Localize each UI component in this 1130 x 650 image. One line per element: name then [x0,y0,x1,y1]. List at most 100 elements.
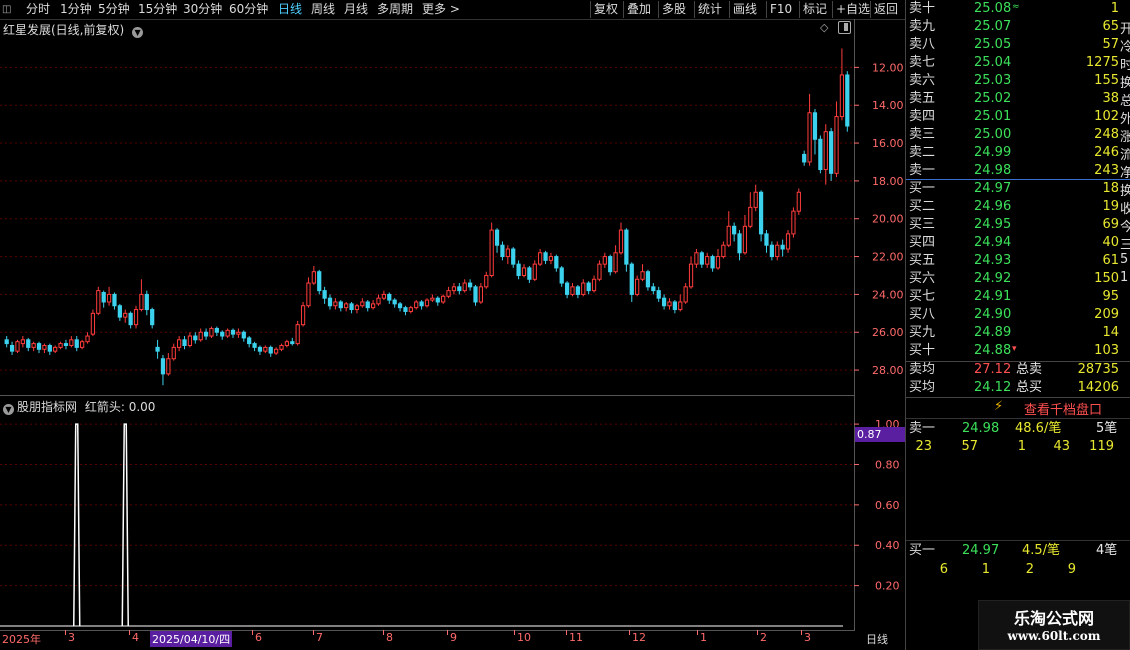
bid-row[interactable]: 买九 24.89 14 [906,324,1130,342]
scroll-up-icon[interactable]: ≈ [1012,2,1020,12]
scroll-down-icon[interactable]: ▾ [1012,344,1017,354]
candle-body [672,301,677,311]
toolbar-tab[interactable]: 月线 [344,1,368,18]
tick-mark [757,630,758,635]
ask-level-label: 卖六 [909,73,936,88]
candle-body [667,301,672,307]
bid-row[interactable]: 买四 24.94 40 [906,234,1130,252]
date-tick: 8 [386,631,393,644]
candle-body [182,339,187,346]
toolbar-button[interactable]: 返回 [874,1,898,18]
ask-row[interactable]: 卖六 25.03 155 [906,72,1130,90]
bid-row[interactable]: 买八 24.90 209 [906,306,1130,324]
ask-row[interactable]: 卖八 25.05 57 [906,36,1130,54]
toolbar-button[interactable]: 叠加 [627,1,651,18]
avg-sell-row: 卖均 27.12 总卖 28735 [906,361,1130,379]
total-buy-label: 总买 [1016,380,1043,395]
candle-body [462,282,467,292]
ask-row[interactable]: 卖三 25.00 248 [906,126,1130,144]
toolbar-button[interactable]: 画线 [733,1,757,18]
toolbar-button[interactable]: F10 [770,1,792,18]
tick-mark [801,630,802,635]
ask-row[interactable]: 卖二 24.99 246 [906,144,1130,162]
y-tick-label: 22.00 [872,251,904,264]
toolbar-tab[interactable]: 周线 [311,1,335,18]
bid-row[interactable]: 买六 24.92 150 [906,270,1130,288]
candle-body [516,263,521,276]
candle-body [656,290,661,299]
queue-order: 23 [915,439,932,454]
candle-body [613,252,618,273]
queue-order: 57 [961,439,978,454]
side-label: 开 [1120,22,1130,37]
toolbar-tab[interactable]: 更多 > [422,1,460,18]
candle-body [63,343,69,346]
ask-price: 25.04 [974,55,1012,70]
bid-row[interactable]: 买十 24.88 103 [906,342,1130,360]
side-label: 总 [1120,94,1130,109]
bid-price: 24.94 [974,235,1012,250]
ask-row[interactable]: 卖五 25.02 38 [906,90,1130,108]
candle-body [478,286,484,303]
candle-body [645,271,651,288]
toolbar-button[interactable]: 统计 [698,1,722,18]
candle-body [699,252,704,265]
toolbar-tab[interactable]: 5分钟 [98,1,130,18]
ask-row[interactable]: 卖四 25.01 102 [906,108,1130,126]
bid-row[interactable]: 买三 24.95 69 [906,216,1130,234]
avg-buy-row: 买均 24.12 总买 14206 [906,379,1130,397]
candle-body [69,339,74,346]
candlestick-chart[interactable]: 28.00 26.00 24.00 22.00 20.00 18.00 16.00 14.00… [0,19,906,395]
candle-body [435,297,440,303]
candle-body [629,263,634,295]
bid-row[interactable]: 买二 24.96 19 [906,198,1130,216]
candle-body [591,278,597,292]
bid-price: 24.90 [974,307,1012,322]
period-label[interactable]: 日线 [866,631,888,647]
toolbar-button[interactable]: +自选 [836,1,870,18]
bid-row[interactable]: 买五 24.93 61 [906,252,1130,270]
ask-price: 25.07 [974,19,1012,34]
lightning-icon: ⚡ [994,399,1004,414]
y-tick-label: 28.00 [872,364,904,377]
candle-body [694,252,699,265]
ask-row[interactable]: 卖一 24.98 243 [906,162,1130,180]
candle-body [764,233,769,246]
toolbar-button[interactable]: 标记 [803,1,827,18]
candle-body [505,248,510,258]
candle-body [521,267,527,276]
ask-row[interactable]: 卖九 25.07 65 [906,18,1130,36]
queue-buy-label: 买一 [909,543,936,558]
candle-body [9,344,15,352]
menu-icon[interactable]: ◫ [2,1,11,18]
candle-body [90,312,96,335]
indicator-chart[interactable]: 1.000.800.600.400.20 [0,396,906,630]
candle-body [306,282,311,307]
toolbar-tab[interactable]: 1分钟 [60,1,92,18]
toolbar-tab[interactable]: 日线 [278,1,302,18]
tick-mark [514,630,515,635]
ask-row[interactable]: 卖七 25.04 1275 [906,54,1130,72]
toolbar-button[interactable]: 复权 [594,1,618,18]
logo-title: 乐淘公式网 [1013,609,1094,628]
queue-order: 1 [981,562,990,577]
toolbar-tab[interactable]: 分时 [26,1,50,18]
candle-body [42,344,47,350]
queue-sell-row: 卖一 24.98 48.6/笔 5笔 [906,420,1130,438]
toolbar-tab[interactable]: 60分钟 [229,1,268,18]
toolbar-tab[interactable]: 15分钟 [138,1,177,18]
current-value-marker: 0.87 [855,427,907,442]
depth-view-button[interactable]: 查看千档盘口 [1024,399,1102,418]
candle-body [769,244,774,258]
toolbar-button[interactable]: 多股 [662,1,686,18]
candle-body [721,244,726,258]
bid-row[interactable]: 买一 24.97 18 [906,180,1130,198]
toolbar-tab[interactable]: 多周期 [377,1,413,18]
bid-row[interactable]: 买七 24.91 95 [906,288,1130,306]
toolbar-tab[interactable]: 30分钟 [183,1,222,18]
candle-body [74,339,79,348]
candle-body [715,256,721,269]
y-tick-label: 0.60 [875,499,900,512]
candle-body [500,244,505,258]
y-tick-label: 0.80 [875,458,900,471]
